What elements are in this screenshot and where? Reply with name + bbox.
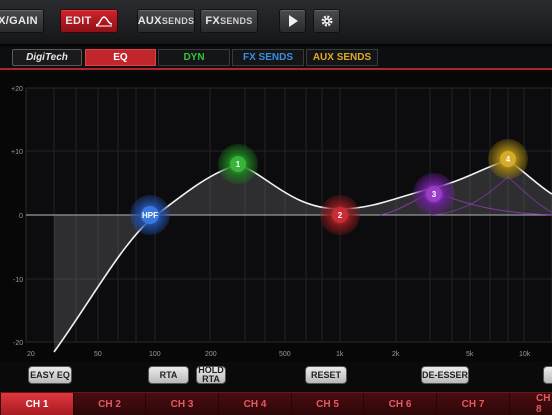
rta-label: RTA bbox=[159, 369, 178, 380]
channel-tab-4-label: CH 4 bbox=[243, 398, 267, 410]
eq-curve-icon bbox=[95, 16, 112, 27]
reset-label: RESET bbox=[310, 369, 341, 380]
edit-button-label: EDIT bbox=[65, 15, 92, 27]
settings-button[interactable] bbox=[313, 9, 340, 33]
eq-node-4[interactable]: 4 bbox=[488, 139, 528, 179]
node-3-label: 3 bbox=[432, 190, 437, 199]
tab-eq[interactable]: EQ bbox=[85, 49, 156, 66]
de-esser-label: DE-ESSER bbox=[422, 369, 469, 380]
eq-graph[interactable]: +20 +10 0 -10 -20 20 50 100 200 500 1k 2… bbox=[0, 72, 552, 362]
tab-dyn[interactable]: DYN bbox=[158, 49, 230, 66]
eq-graph-canvas: +20 +10 0 -10 -20 20 50 100 200 500 1k 2… bbox=[11, 86, 552, 358]
y-tick-plus10: +10 bbox=[11, 149, 23, 156]
tab-fx-sends-label: FX SENDS bbox=[242, 52, 293, 63]
channel-tab-4[interactable]: CH 4 bbox=[218, 393, 291, 415]
channel-tab-5[interactable]: CH 5 bbox=[291, 393, 363, 415]
channel-tab-3-label: CH 3 bbox=[170, 398, 194, 410]
logo-text: DigiTech bbox=[26, 52, 68, 63]
gain-button-label: X/GAIN bbox=[0, 15, 38, 27]
x-tick-10k: 10k bbox=[519, 351, 531, 358]
easy-eq-button[interactable]: EASY EQ bbox=[28, 366, 72, 384]
channel-tab-6[interactable]: CH 6 bbox=[363, 393, 436, 415]
tabs-divider bbox=[0, 68, 552, 70]
x-tick-20: 20 bbox=[27, 351, 35, 358]
x-tick-500: 500 bbox=[279, 351, 291, 358]
de-esser-button[interactable]: DE-ESSER bbox=[421, 366, 469, 384]
channel-tab-1-label: CH 1 bbox=[25, 398, 49, 410]
digitech-logo: DigiTech bbox=[12, 49, 82, 66]
y-tick-minus10: -10 bbox=[13, 277, 23, 284]
channel-tab-8[interactable]: CH 8 bbox=[509, 393, 552, 415]
channel-tab-2-label: CH 2 bbox=[98, 398, 121, 410]
more-control-button[interactable] bbox=[543, 366, 552, 384]
y-tick-plus20: +20 bbox=[11, 86, 23, 93]
easy-eq-label: EASY EQ bbox=[30, 369, 70, 380]
channel-tab-8-label: CH 8 bbox=[536, 393, 551, 415]
channel-tabs: CH 1 CH 2 CH 3 CH 4 CH 5 CH 6 CH 7 CH 8 bbox=[0, 392, 552, 415]
y-tick-0: 0 bbox=[19, 213, 23, 220]
reset-button[interactable]: RESET bbox=[305, 366, 347, 384]
eq-node-hpf[interactable]: HPF bbox=[130, 195, 170, 235]
eq-controls: EASY EQ RTA HOLD RTA RESET DE-ESSER bbox=[0, 362, 552, 390]
channel-tab-5-label: CH 5 bbox=[316, 398, 339, 410]
play-icon bbox=[288, 15, 298, 27]
channel-tab-3[interactable]: CH 3 bbox=[145, 393, 218, 415]
edit-button[interactable]: EDIT bbox=[60, 9, 118, 33]
gear-icon bbox=[320, 15, 333, 27]
x-tick-100: 100 bbox=[149, 351, 161, 358]
gain-button[interactable]: X/GAIN bbox=[0, 9, 44, 33]
x-tick-5k: 5k bbox=[466, 351, 474, 358]
hold-rta-button[interactable]: HOLD RTA bbox=[196, 366, 226, 384]
node-2-label: 2 bbox=[338, 211, 343, 220]
tab-aux-sends-label: AUX SENDS bbox=[312, 52, 372, 63]
eq-node-1[interactable]: 1 bbox=[218, 144, 258, 184]
eq-node-2[interactable]: 2 bbox=[320, 195, 360, 235]
hold-rta-label-b: RTA bbox=[202, 374, 220, 384]
eq-node-3[interactable]: 3 bbox=[413, 173, 455, 215]
aux-sends-button[interactable]: AUX SENDS bbox=[137, 9, 195, 33]
fx-sends-label-a: FX bbox=[205, 15, 221, 27]
fx-sends-label-b: SENDS bbox=[220, 16, 253, 26]
node-1-label: 1 bbox=[236, 160, 241, 169]
channel-tab-7-label: CH 7 bbox=[461, 398, 485, 410]
x-tick-2k: 2k bbox=[392, 351, 400, 358]
fx-sends-button[interactable]: FX SENDS bbox=[200, 9, 258, 33]
x-tick-50: 50 bbox=[94, 351, 102, 358]
channel-tab-2[interactable]: CH 2 bbox=[73, 393, 145, 415]
aux-sends-label-a: AUX bbox=[137, 15, 162, 27]
y-tick-minus20: -20 bbox=[13, 340, 23, 347]
channel-tab-1[interactable]: CH 1 bbox=[0, 393, 73, 415]
aux-sends-label-b: SENDS bbox=[161, 16, 195, 26]
x-tick-200: 200 bbox=[205, 351, 217, 358]
node-4-label: 4 bbox=[506, 155, 511, 164]
rta-button[interactable]: RTA bbox=[148, 366, 189, 384]
channel-tab-6-label: CH 6 bbox=[388, 398, 412, 410]
tab-eq-label: EQ bbox=[113, 52, 128, 63]
section-tabs: DigiTech EQ DYN FX SENDS AUX SENDS bbox=[0, 47, 552, 69]
tab-dyn-label: DYN bbox=[183, 52, 205, 63]
tab-aux-sends[interactable]: AUX SENDS bbox=[306, 49, 378, 66]
channel-tab-7[interactable]: CH 7 bbox=[436, 393, 509, 415]
tab-fx-sends[interactable]: FX SENDS bbox=[232, 49, 304, 66]
top-toolbar: X/GAIN EDIT AUX SENDS FX SENDS bbox=[0, 0, 552, 45]
node-hpf-label: HPF bbox=[142, 211, 158, 220]
play-button[interactable] bbox=[279, 9, 306, 33]
x-tick-1k: 1k bbox=[336, 351, 344, 358]
